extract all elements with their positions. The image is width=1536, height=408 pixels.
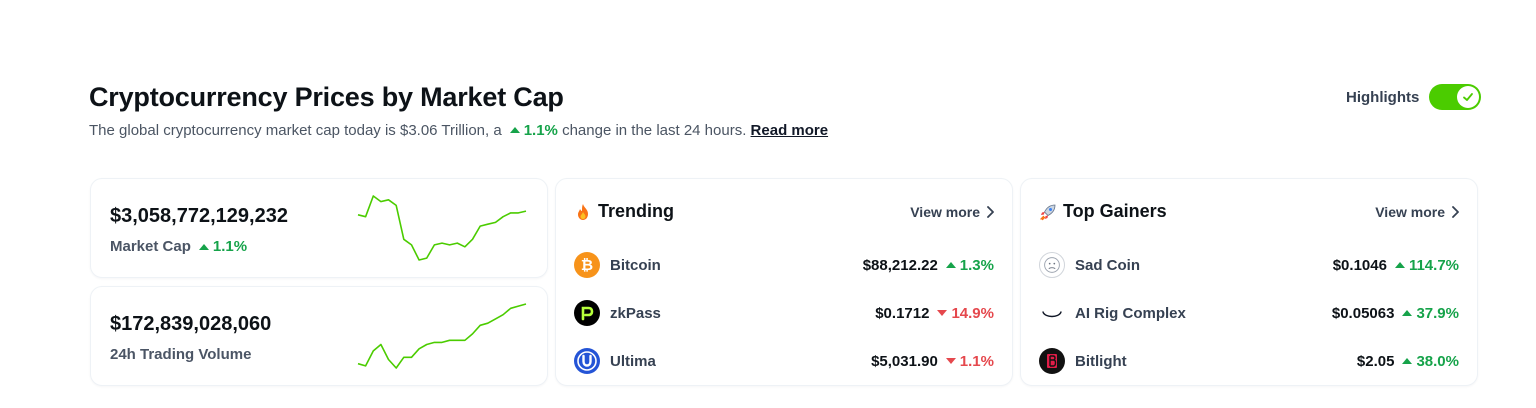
- market-cap-label-row: Market Cap 1.1%: [110, 238, 247, 255]
- coin-name: Bitlight: [1075, 352, 1127, 370]
- coin-cell: Bitlight: [1039, 348, 1127, 374]
- ai-rig-complex-icon: [1039, 300, 1065, 326]
- market-cap-sparkline: [357, 195, 527, 261]
- top-gainers-view-more[interactable]: View more: [1375, 204, 1459, 220]
- coin-change: 1.1%: [959, 352, 994, 370]
- coin-price: $2.05: [1356, 352, 1395, 370]
- fire-icon: [578, 203, 588, 220]
- summary-change: 1.1%: [523, 122, 558, 139]
- gainers-row-bitlight[interactable]: Bitlight $2.05 38.0%: [1039, 337, 1459, 385]
- price-cell: $0.1046 114.7%: [1333, 257, 1459, 274]
- page-title: Cryptocurrency Prices by Market Cap: [89, 82, 564, 112]
- sad-coin-icon: [1039, 252, 1065, 278]
- coin-cell: AI Rig Complex: [1039, 300, 1186, 326]
- trending-list: ₿ Bitcoin $88,212.22 1.3% zkPass $0.1712…: [574, 241, 994, 385]
- market-cap-value: $3,058,772,129,232: [110, 205, 288, 227]
- caret-up-icon: [198, 243, 209, 250]
- price-cell: $88,212.22 1.3%: [863, 257, 994, 274]
- coin-price: $5,031.90: [871, 352, 938, 370]
- market-cap-sparkline-line: [357, 195, 527, 261]
- top-gainers-header: Top Gainers View more: [1039, 201, 1459, 222]
- check-icon: [1463, 93, 1474, 101]
- toggle-knob: [1457, 86, 1480, 108]
- trending-row-bitcoin[interactable]: ₿ Bitcoin $88,212.22 1.3%: [574, 241, 994, 289]
- ultima-icon: [574, 348, 600, 374]
- market-cap-change: 1.1%: [212, 238, 248, 255]
- view-more-label: View more: [1375, 203, 1445, 220]
- coin-name: Ultima: [610, 352, 656, 370]
- coin-cell: zkPass: [574, 300, 661, 326]
- summary-prefix: The global cryptocurrency market cap tod…: [89, 122, 502, 139]
- chevron-right-icon: [1452, 205, 1459, 218]
- bitlight-icon: [1039, 348, 1065, 374]
- trading-volume-label-row: 24h Trading Volume: [110, 346, 251, 363]
- top-gainers-title: Top Gainers: [1063, 201, 1167, 221]
- coin-name: AI Rig Complex: [1075, 304, 1186, 322]
- highlights-toggle[interactable]: [1429, 84, 1482, 110]
- coin-cell: Sad Coin: [1039, 252, 1140, 278]
- caret-up-icon: [1402, 310, 1413, 316]
- coin-cell: Ultima: [574, 348, 656, 374]
- caret-up-icon: [945, 262, 956, 268]
- chevron-right-icon: [987, 205, 994, 218]
- coin-change: 1.3%: [959, 256, 994, 274]
- coin-price: $0.05063: [1331, 304, 1395, 322]
- trending-card: Trending View more ₿ Bitcoin $88,212.22 …: [555, 178, 1013, 386]
- coin-change: 114.7%: [1408, 256, 1459, 274]
- gainers-row-ai-rig-complex[interactable]: AI Rig Complex $0.05063 37.9%: [1039, 289, 1459, 337]
- price-cell: $0.05063 37.9%: [1332, 305, 1459, 322]
- svg-text:₿: ₿: [581, 256, 593, 274]
- top-gainers-list: Sad Coin $0.1046 114.7% AI Rig Complex $…: [1039, 241, 1459, 385]
- price-cell: $5,031.90 1.1%: [871, 353, 994, 370]
- summary-suffix: change in the last 24 hours.: [562, 122, 747, 139]
- trending-title: Trending: [598, 201, 674, 221]
- read-more-link[interactable]: Read more: [751, 122, 829, 139]
- coin-name: zkPass: [610, 304, 661, 322]
- trading-volume-sparkline: [357, 303, 527, 369]
- trending-row-ultima[interactable]: Ultima $5,031.90 1.1%: [574, 337, 994, 385]
- view-more-label: View more: [910, 203, 980, 220]
- coin-change: 38.0%: [1416, 352, 1459, 370]
- trading-volume-sparkline-line: [357, 303, 527, 369]
- caret-down-icon: [945, 358, 956, 364]
- highlights-label: Highlights: [1346, 88, 1420, 106]
- market-cap-label: Market Cap: [110, 238, 191, 255]
- coin-name: Bitcoin: [610, 256, 661, 274]
- trading-volume-card: $172,839,028,060 24h Trading Volume: [90, 286, 548, 386]
- caret-up-icon: [1394, 262, 1405, 268]
- trending-header: Trending View more: [574, 201, 994, 222]
- bitcoin-icon: ₿: [574, 252, 600, 278]
- coin-price: $88,212.22: [862, 256, 938, 274]
- trending-title-row: Trending: [574, 201, 674, 222]
- market-cap-card: $3,058,772,129,232 Market Cap 1.1%: [90, 178, 548, 278]
- coin-cell: ₿ Bitcoin: [574, 252, 661, 278]
- trading-volume-label: 24h Trading Volume: [110, 346, 252, 363]
- trending-row-zkpass[interactable]: zkPass $0.1712 14.9%: [574, 289, 994, 337]
- zkpass-icon: [574, 300, 600, 326]
- top-gainers-title-row: Top Gainers: [1039, 201, 1167, 222]
- coin-name: Sad Coin: [1075, 256, 1141, 274]
- coin-change: 14.9%: [951, 304, 994, 322]
- caret-up-icon: [1402, 358, 1413, 364]
- coin-price: $0.1712: [875, 304, 930, 322]
- rocket-icon: [1040, 204, 1056, 220]
- price-cell: $2.05 38.0%: [1357, 353, 1459, 370]
- price-cell: $0.1712 14.9%: [875, 305, 994, 322]
- market-summary: The global cryptocurrency market cap tod…: [89, 122, 828, 139]
- trending-view-more[interactable]: View more: [910, 204, 994, 220]
- gainers-row-sad-coin[interactable]: Sad Coin $0.1046 114.7%: [1039, 241, 1459, 289]
- trading-volume-value: $172,839,028,060: [110, 313, 272, 335]
- coin-change: 37.9%: [1416, 304, 1459, 322]
- top-gainers-card: Top Gainers View more Sad Coin $0.1046 1…: [1020, 178, 1478, 386]
- coin-price: $0.1046: [1332, 256, 1387, 274]
- caret-up-icon: [509, 127, 520, 134]
- highlights-control: Highlights: [1346, 84, 1482, 110]
- caret-down-icon: [937, 310, 948, 316]
